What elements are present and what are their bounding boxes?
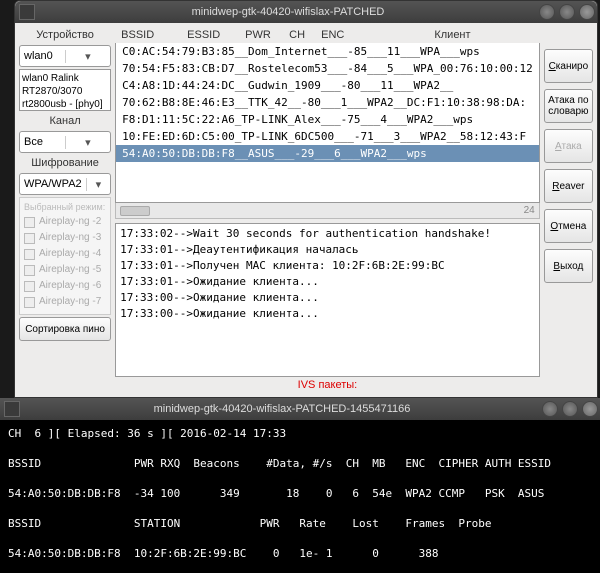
log-line: 17:33:02-->Wait 30 seconds for authentic… [120,226,535,242]
log-line: 17:33:01-->Получен MAC клиента: 10:2F:6B… [120,258,535,274]
checkbox-icon [24,281,35,292]
terminal-icon [4,401,20,417]
device-list[interactable]: wlan0 Ralink RT2870/3070 rt2800usb - [ph… [19,69,111,111]
left-panel: Устройство wlan0 ▾ wlan0 Ralink RT2870/3… [19,27,111,393]
chevron-down-icon[interactable]: ▾ [65,50,111,63]
network-row[interactable]: 70:54:F5:83:CB:D7__Rostelecom53___-84___… [116,60,539,77]
minimize-icon[interactable] [539,4,555,20]
scroll-count: 24 [524,205,535,216]
log-line: 17:33:01-->Ожидание клиента... [120,274,535,290]
network-list[interactable]: C0:AC:54:79:B3:85__Dom_Internet___-85___… [115,43,540,203]
chevron-down-icon[interactable]: ▾ [65,136,111,149]
log-line: 17:33:00-->Ожидание клиента... [120,290,535,306]
network-row[interactable]: C0:AC:54:79:B3:85__Dom_Internet___-85___… [116,43,539,60]
checkbox-icon [24,217,35,228]
log-line: 17:33:00-->Ожидание клиента... [120,306,535,322]
app-window: minidwep-gtk-40420-wifislax-PATCHED Устр… [14,0,598,398]
mode-check-2: Aireplay-ng -4 [24,246,106,262]
network-header: BSSID ESSID PWR CH ENC Клиент [115,27,540,43]
network-row[interactable]: 70:62:B8:8E:46:E3__TTK_42__-80___1___WPA… [116,94,539,111]
checkbox-icon [24,265,35,276]
device-select[interactable]: wlan0 ▾ [19,45,111,67]
mode-check-4: Aireplay-ng -6 [24,278,106,294]
attack-button[interactable]: Атака [544,129,593,163]
checkbox-icon [24,233,35,244]
close-icon[interactable] [579,4,595,20]
encryption-select[interactable]: WPA/WPA2 ▾ [19,173,111,195]
checkbox-icon [24,249,35,260]
ivs-label: IVS пакеты: [115,377,540,393]
maximize-icon[interactable] [562,401,578,417]
encryption-label: Шифрование [19,155,111,171]
network-row[interactable]: 54:A0:50:DB:DB:F8__ASUS___-29___6___WPA2… [116,145,539,162]
network-row[interactable]: F8:D1:11:5C:22:A6_TP-LINK_Alex___-75___4… [116,111,539,128]
log-line: 17:33:01-->Деаутентификация началась [120,242,535,258]
device-label: Устройство [19,27,111,43]
mode-check-0: Aireplay-ng -2 [24,214,106,230]
titlebar[interactable]: minidwep-gtk-40420-wifislax-PATCHED [15,1,597,23]
mode-check-3: Aireplay-ng -5 [24,262,106,278]
channel-label: Канал [19,113,111,129]
scan-button[interactable]: Сканиро [544,49,593,83]
window-title: minidwep-gtk-40420-wifislax-PATCHED [39,6,537,18]
mode-check-5: Aireplay-ng -7 [24,294,106,310]
terminal-output[interactable]: CH 6 ][ Elapsed: 36 s ][ 2016-02-14 17:3… [0,420,600,573]
channel-select[interactable]: Все ▾ [19,131,111,153]
center-panel: BSSID ESSID PWR CH ENC Клиент C0:AC:54:7… [115,27,540,393]
network-row[interactable]: C4:A8:1D:44:24:DC__Gudwin_1909___-80___1… [116,77,539,94]
log-panel[interactable]: 17:33:02-->Wait 30 seconds for authentic… [115,223,540,377]
chevron-down-icon[interactable]: ▾ [86,178,110,191]
network-row[interactable]: 10:FE:ED:6D:C5:00_TP-LINK_6DC500___-71__… [116,128,539,145]
cancel-button[interactable]: Отмена [544,209,593,243]
dictionary-attack-button[interactable]: Атака по словарю [544,89,593,123]
minimize-icon[interactable] [542,401,558,417]
scrollbar-thumb[interactable] [120,206,150,216]
sort-button[interactable]: Сортировка пино [19,317,111,341]
maximize-icon[interactable] [559,4,575,20]
right-panel: Сканиро Атака по словарю Атака Reaver От… [544,27,593,393]
mode-panel: Выбранный режим: Aireplay-ng -2 Aireplay… [19,197,111,315]
horizontal-scrollbar[interactable]: 24 [115,203,540,219]
terminal-title: minidwep-gtk-40420-wifislax-PATCHED-1455… [24,403,540,415]
app-icon [19,4,35,20]
terminal-titlebar[interactable]: minidwep-gtk-40420-wifislax-PATCHED-1455… [0,398,600,420]
checkbox-icon [24,297,35,308]
exit-button[interactable]: Выход [544,249,593,283]
reaver-button[interactable]: Reaver [544,169,593,203]
terminal-window: minidwep-gtk-40420-wifislax-PATCHED-1455… [0,398,600,573]
mode-check-1: Aireplay-ng -3 [24,230,106,246]
close-icon[interactable] [582,401,598,417]
